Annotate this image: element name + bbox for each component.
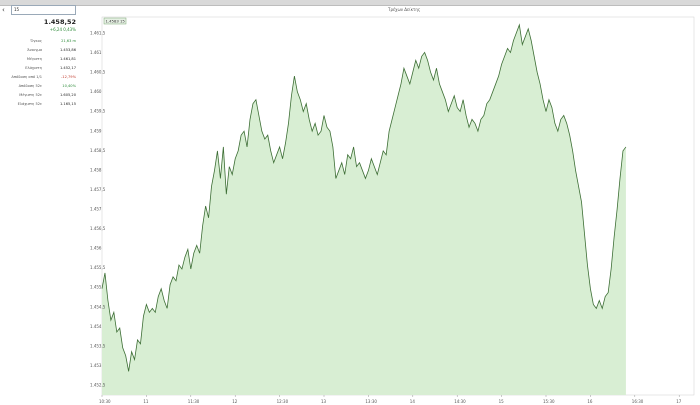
stat-row: Απόδοση 52ε 10,40% <box>0 84 76 92</box>
y-tick-label: 1.454 <box>90 324 102 329</box>
x-tick-label: 15:30 <box>543 399 555 404</box>
stat-value: 1.461,81 <box>59 57 76 61</box>
stat-row: Ελάχιστη 52ε 1.165,15 <box>0 102 76 110</box>
stat-value: 1.452,17 <box>59 66 76 70</box>
stat-label: Ελάχιστη 52ε <box>17 102 42 106</box>
stat-row: Απόδοση από 1/1 -12,79% <box>0 75 76 83</box>
stat-label: Απόδοση από 1/1 <box>11 75 42 79</box>
last-price: 1.458,52 <box>43 18 76 26</box>
y-tick-label: 1.453 <box>90 363 102 368</box>
x-tick-label: 11:30 <box>188 399 200 404</box>
price-change: +6,24 0,43% <box>49 27 76 32</box>
x-tick-label: 15 <box>499 399 505 404</box>
x-tick-label: 11 <box>143 399 149 404</box>
y-tick-label: 1.455 <box>90 285 102 290</box>
current-value-tag-label: 1.4583 15 <box>106 19 126 24</box>
price-chart[interactable]: 1.461,5 1.461 1.460,5 1.460 1.459,5 1.459 1.45… <box>88 14 700 405</box>
top-tab-strip <box>0 0 700 6</box>
stat-value: -12,79% <box>61 75 76 79</box>
stat-label: Απόδοση 52ε <box>18 84 42 88</box>
x-tick-label: 13:30 <box>365 399 377 404</box>
y-tick-label: 1.460 <box>90 89 102 94</box>
stat-label: Άνοιγμα <box>27 48 42 52</box>
y-tick-label: 1.459,5 <box>90 109 106 114</box>
stat-row: Όγκος 21,63 m <box>0 39 76 47</box>
y-tick-label: 1.461,5 <box>90 31 106 36</box>
y-tick-label: 1.452,5 <box>90 383 106 388</box>
y-tick-label: 1.453,5 <box>90 343 106 348</box>
search-row: ‹ <box>0 5 100 15</box>
y-tick-label: 1.460,5 <box>90 70 106 75</box>
x-tick-label: 16 <box>587 399 593 404</box>
search-input[interactable] <box>11 5 76 15</box>
stat-row: Άνοιγμα 1.453,86 <box>0 48 76 56</box>
y-tick-label: 1.458,5 <box>90 148 106 153</box>
y-tick-label: 1.455,5 <box>90 265 106 270</box>
stat-row: Μέγιστη 1.461,81 <box>0 57 76 65</box>
y-tick-label: 1.457,5 <box>90 187 106 192</box>
x-tick-label: 17 <box>676 399 682 404</box>
price-chart-svg[interactable]: 1.461,5 1.461 1.460,5 1.460 1.459,5 1.459 1.45… <box>88 14 700 405</box>
x-tick-label: 12 <box>232 399 238 404</box>
x-tick-label: 12:30 <box>277 399 289 404</box>
x-tick-label: 16:30 <box>632 399 644 404</box>
x-tick-label: 10:30 <box>99 399 111 404</box>
chart-subtitle: Τρέχων Δείκτης <box>388 7 421 12</box>
y-tick-label: 1.458 <box>90 167 102 172</box>
x-tick-label: 13 <box>321 399 327 404</box>
stat-value: 10,40% <box>62 84 76 88</box>
x-tick-label: 14 <box>410 399 416 404</box>
stat-value: 21,63 m <box>61 39 76 43</box>
stat-value: 1.165,15 <box>59 102 76 106</box>
stat-value: 1.605,20 <box>59 93 76 97</box>
stat-row: Ελάχιστη 1.452,17 <box>0 66 76 74</box>
y-tick-label: 1.456,5 <box>90 226 106 231</box>
y-tick-label: 1.457 <box>90 207 102 212</box>
y-tick-label: 1.459 <box>90 128 102 133</box>
y-tick-label: 1.456 <box>90 246 102 251</box>
stat-label: Όγκος <box>30 39 42 43</box>
back-arrow-icon[interactable]: ‹ <box>2 6 9 14</box>
stat-label: Μέγιστη 52ε <box>19 93 42 97</box>
stat-value: 1.453,86 <box>59 48 76 52</box>
x-tick-label: 14:30 <box>454 399 466 404</box>
y-tick-label: 1.461 <box>90 50 102 55</box>
stat-label: Μέγιστη <box>26 57 42 61</box>
stat-row: Μέγιστη 52ε 1.605,20 <box>0 93 76 101</box>
y-tick-label: 1.454,5 <box>90 304 106 309</box>
stat-label: Ελάχιστη <box>25 66 42 70</box>
